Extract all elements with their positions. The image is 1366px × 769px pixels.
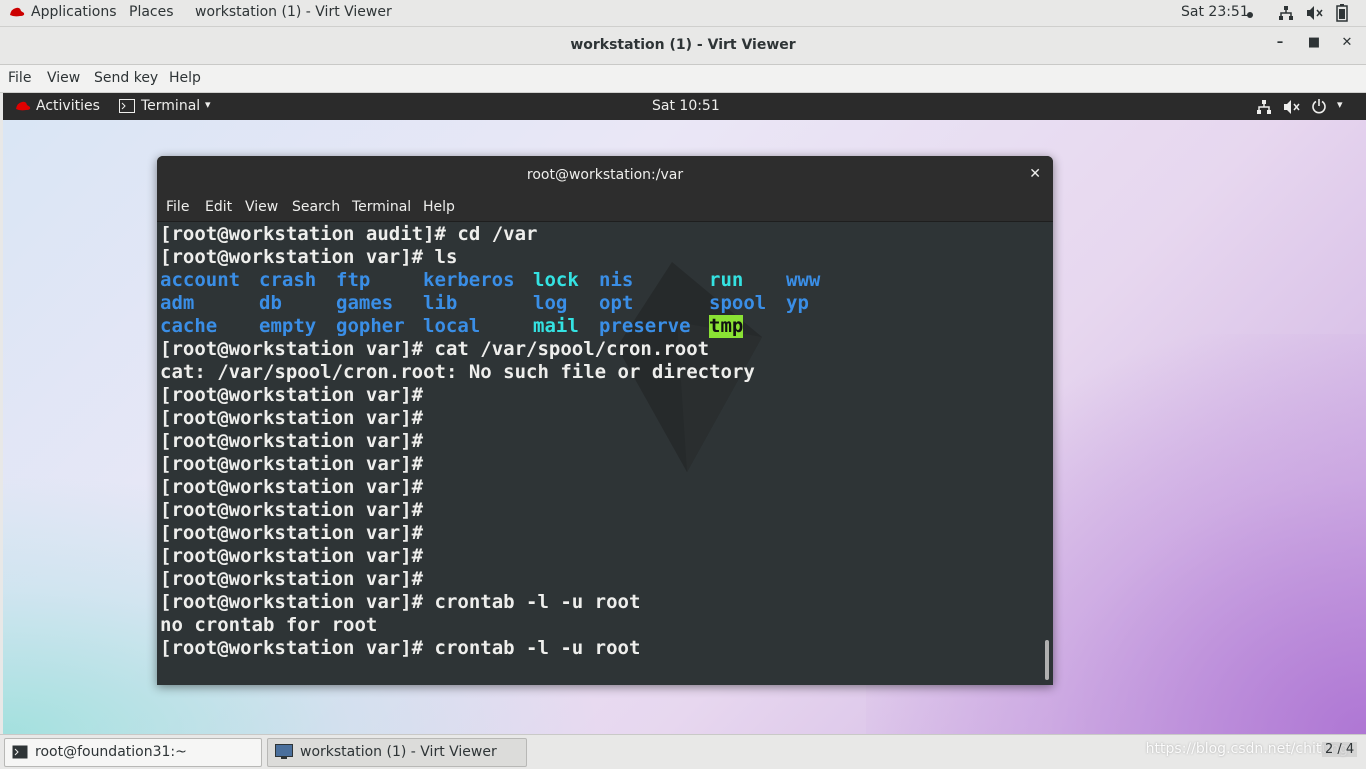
taskbar-item-virt-viewer[interactable]: workstation (1) - Virt Viewer — [267, 738, 527, 767]
ls-entry: lock — [533, 269, 579, 291]
maximize-button[interactable]: ■ — [1304, 35, 1324, 55]
terminal-line: [root@workstation var]# ls — [160, 246, 458, 268]
redhat-hat-icon — [8, 5, 26, 23]
power-icon[interactable] — [1311, 98, 1327, 118]
ls-entry: account — [160, 269, 241, 291]
battery-icon[interactable] — [1336, 4, 1348, 26]
guest-clock[interactable]: Sat 10:51 — [652, 98, 720, 114]
terminal-line: [root@workstation var]# — [160, 568, 424, 590]
terminal-app-icon — [12, 745, 28, 763]
ls-entry: adm — [160, 292, 195, 314]
terminal-menubar: File Edit View Search Terminal Help — [157, 194, 1053, 222]
watermark-logo-icon — [617, 262, 762, 472]
network-icon[interactable] — [1278, 5, 1294, 25]
virt-viewer-titlebar[interactable]: workstation (1) - Virt Viewer – ■ ✕ — [0, 27, 1366, 65]
virt-viewer-app-icon — [275, 744, 293, 764]
host-top-bar: Applications Places workstation (1) - Vi… — [0, 0, 1366, 27]
terminal-line: [root@workstation var]# crontab -l -u ro… — [160, 637, 641, 659]
network-icon[interactable] — [1256, 99, 1272, 119]
places-menu[interactable]: Places — [129, 4, 174, 20]
taskbar-item-label: workstation (1) - Virt Viewer — [300, 744, 497, 760]
ls-entry: games — [336, 292, 394, 314]
terminal-menu-help[interactable]: Help — [423, 199, 455, 215]
menu-help[interactable]: Help — [169, 70, 201, 86]
taskbar-item-label: root@foundation31:~ — [35, 744, 187, 760]
ls-entry: cache — [160, 315, 218, 337]
guest-top-bar: Activities Terminal ▾ Sat 10:51 ▾ — [3, 93, 1366, 120]
terminal-app-icon — [119, 99, 135, 117]
terminal-line: cat: /var/spool/cron.root: No such file … — [160, 361, 755, 383]
volume-muted-icon[interactable] — [1283, 99, 1301, 119]
terminal-line: no crontab for root — [160, 614, 378, 636]
terminal-line: [root@workstation var]# cat /var/spool/c… — [160, 338, 710, 360]
terminal-line: [root@workstation var]# — [160, 407, 424, 429]
ls-entry: kerberos — [423, 269, 515, 291]
ls-entry: ftp — [336, 269, 371, 291]
terminal-line: [root@workstation var]# — [160, 453, 424, 475]
watermark-text: https://blog.csdn.net/chitung — [1145, 741, 1348, 757]
ls-entry: opt — [599, 292, 634, 314]
terminal-window[interactable]: root@workstation:/var ✕ File Edit View S… — [157, 156, 1053, 685]
terminal-line: [root@workstation audit]# cd /var — [160, 223, 538, 245]
volume-muted-icon[interactable] — [1306, 5, 1324, 25]
terminal-menu-view[interactable]: View — [245, 199, 278, 215]
activities-button[interactable]: Activities — [36, 98, 100, 114]
minimize-button[interactable]: – — [1270, 35, 1290, 55]
chevron-down-icon[interactable]: ▾ — [1337, 98, 1343, 111]
virt-viewer-menubar: File View Send key Help — [0, 65, 1366, 93]
taskbar-item-terminal[interactable]: root@foundation31:~ — [4, 738, 262, 767]
notification-dot-icon — [1247, 12, 1253, 18]
focused-window-title[interactable]: workstation (1) - Virt Viewer — [195, 4, 392, 20]
close-icon[interactable]: ✕ — [1029, 166, 1041, 182]
menu-file[interactable]: File — [8, 70, 31, 86]
terminal-line: [root@workstation var]# crontab -l -u ro… — [160, 591, 641, 613]
terminal-menu-edit[interactable]: Edit — [205, 199, 232, 215]
terminal-line: [root@workstation var]# — [160, 522, 424, 544]
ls-entry: db — [259, 292, 282, 314]
close-button[interactable]: ✕ — [1337, 35, 1357, 55]
workspace-indicator[interactable]: 2 / 4 — [1322, 742, 1358, 757]
host-clock[interactable]: Sat 23:51 — [1181, 4, 1249, 20]
terminal-title: root@workstation:/var — [526, 167, 684, 183]
ls-entry: gopher — [336, 315, 405, 337]
terminal-titlebar[interactable]: root@workstation:/var ✕ — [157, 156, 1053, 194]
terminal-line: [root@workstation var]# — [160, 499, 424, 521]
terminal-menu-search[interactable]: Search — [292, 199, 340, 215]
ls-entry: log — [533, 292, 568, 314]
terminal-line: [root@workstation var]# — [160, 384, 424, 406]
ls-entry: local — [423, 315, 481, 337]
terminal-menu-file[interactable]: File — [166, 199, 189, 215]
terminal-line: [root@workstation var]# — [160, 476, 424, 498]
app-menu-terminal[interactable]: Terminal — [141, 98, 200, 114]
ls-entry: run — [709, 269, 744, 291]
ls-entry: crash — [259, 269, 317, 291]
terminal-scrollbar[interactable] — [1045, 640, 1049, 680]
ls-entry: preserve — [599, 315, 691, 337]
host-taskbar: root@foundation31:~ workstation (1) - Vi… — [0, 734, 1366, 769]
menu-view[interactable]: View — [47, 70, 80, 86]
terminal-menu-terminal[interactable]: Terminal — [352, 199, 411, 215]
terminal-line: [root@workstation var]# — [160, 430, 424, 452]
terminal-output[interactable]: [root@workstation audit]# cd /var [root@… — [157, 222, 1053, 685]
window-title: workstation (1) - Virt Viewer — [570, 37, 796, 53]
ls-entry-highlighted: tmp — [709, 315, 744, 338]
ls-entry: nis — [599, 269, 634, 291]
ls-entry: yp — [786, 292, 809, 314]
redhat-hat-icon — [14, 99, 32, 117]
chevron-down-icon: ▾ — [205, 98, 211, 111]
ls-entry: www — [786, 269, 821, 291]
ls-entry: empty — [259, 315, 317, 337]
ls-entry: lib — [423, 292, 458, 314]
menu-send-key[interactable]: Send key — [94, 70, 158, 86]
terminal-line: [root@workstation var]# — [160, 545, 424, 567]
ls-entry: spool — [709, 292, 767, 314]
ls-entry: mail — [533, 315, 579, 337]
applications-menu[interactable]: Applications — [31, 4, 117, 20]
